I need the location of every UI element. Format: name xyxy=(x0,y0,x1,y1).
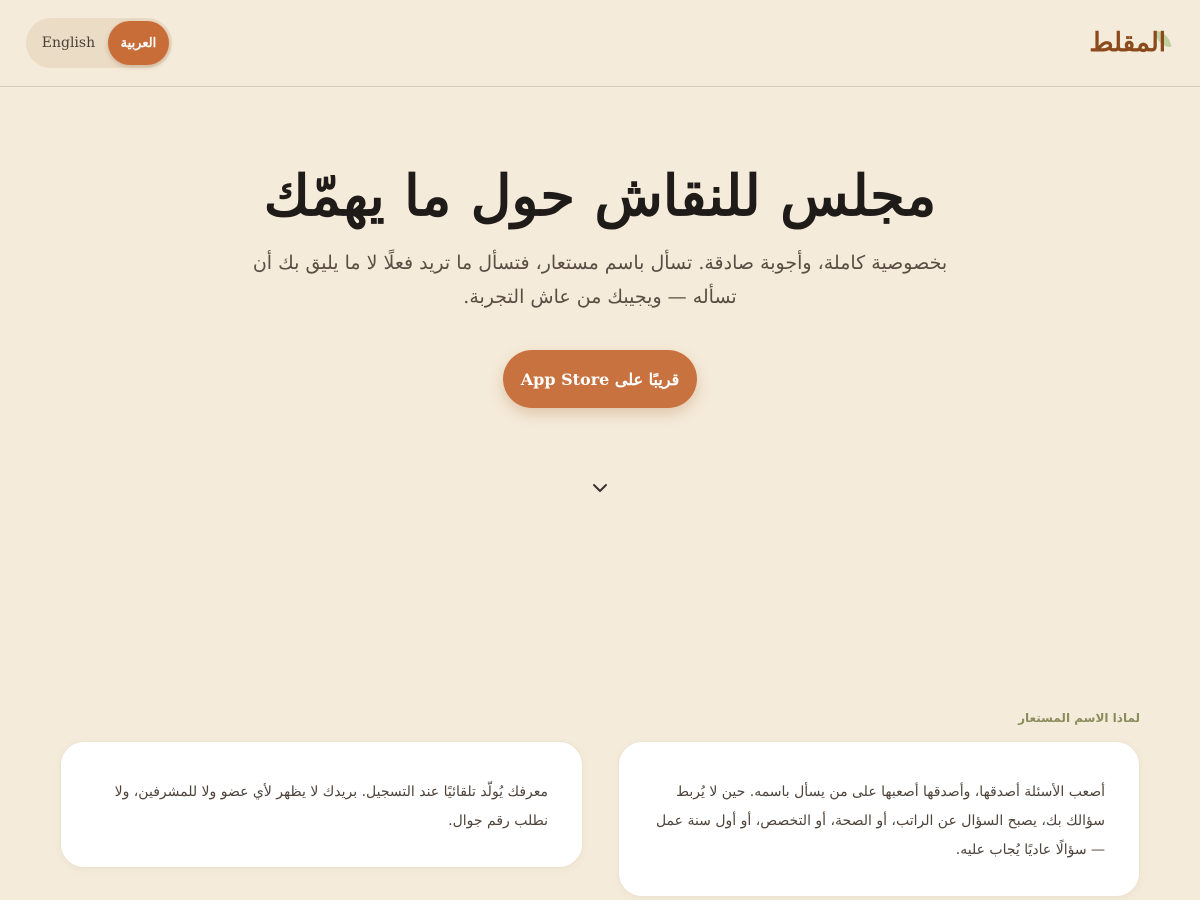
app-store-button[interactable]: قريبًا على App Store xyxy=(503,350,697,408)
lang-arabic-button[interactable]: العربية xyxy=(107,21,169,65)
hero-title: مجلس للنقاش حول ما يهمّك xyxy=(263,163,937,229)
feature-card: معرفك يُولّد تلقائيًا عند التسجيل. بريدك… xyxy=(60,741,583,868)
site-header: المقلط English العربية xyxy=(0,0,1200,87)
site-logo[interactable]: المقلط xyxy=(1089,28,1166,58)
lang-english-button[interactable]: English xyxy=(29,21,108,65)
language-toggle: English العربية xyxy=(26,18,172,68)
feature-card: أصعب الأسئلة أصدقها، وأصدقها أصعبها على … xyxy=(618,741,1140,897)
landing-page: المقلط English العربية مجلس للنقاش حول م… xyxy=(0,0,1200,900)
section-kicker: لماذا الاسم المستعار xyxy=(1018,711,1140,725)
feature-card-text: أصعب الأسئلة أصدقها، وأصدقها أصعبها على … xyxy=(655,784,1105,858)
chevron-down-icon[interactable] xyxy=(590,478,610,498)
hero-subtitle: بخصوصية كاملة، وأجوبة صادقة. تسأل باسم م… xyxy=(252,252,948,308)
feature-card-text: معرفك يُولّد تلقائيًا عند التسجيل. بريدك… xyxy=(114,784,548,829)
